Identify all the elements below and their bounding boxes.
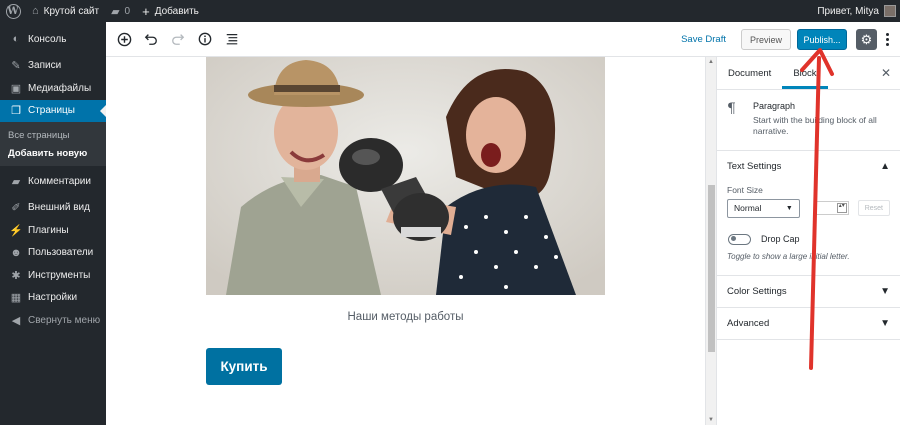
plugin-icon: ⚡ (9, 224, 23, 237)
chevron-down-icon: ▼ (880, 285, 890, 297)
photo-illustration (206, 57, 605, 295)
buy-button[interactable]: Купить (206, 348, 282, 385)
sidebar-item-appearance[interactable]: ✐ Внешний вид (0, 197, 106, 220)
sidebar-item-plugins[interactable]: ⚡ Плагины (0, 219, 106, 242)
avatar (884, 5, 896, 17)
font-size-value: Normal (734, 203, 762, 214)
sidebar-item-pages[interactable]: ❐ Страницы (0, 99, 106, 122)
plus-circle-icon (117, 32, 131, 46)
collapse-menu-label: Свернуть меню (28, 314, 101, 326)
sidebar-item-media[interactable]: ▣ Медиафайлы (0, 77, 106, 100)
account-menu[interactable]: Привет, Mitya (817, 5, 900, 17)
close-icon[interactable]: ✕ (881, 66, 891, 80)
admin-sidebar: ◐ Консоль ✎ Записи ▣ Медиафайлы ❐ Страни… (0, 22, 106, 425)
greeting: Привет, Mitya (817, 5, 879, 17)
sidebar-item-tools[interactable]: ✱ Инструменты (0, 264, 106, 287)
image-caption[interactable]: Наши методы работы (206, 311, 605, 323)
more-dot (885, 43, 889, 46)
sidebar-item-label: Консоль (28, 33, 67, 45)
redo-button[interactable] (166, 27, 190, 51)
undo-button[interactable] (139, 27, 163, 51)
scroll-thumb[interactable] (708, 185, 715, 352)
sidebar-item-users[interactable]: ☻ Пользователи (0, 242, 106, 265)
drop-cap-toggle[interactable] (728, 233, 751, 245)
admin-bar: W ⌂ Крутой сайт ▰ 0 + Добавить Привет, M… (0, 0, 900, 22)
sidebar-item-dashboard[interactable]: ◐ Консоль (0, 28, 106, 51)
sidebar-item-settings[interactable]: ▦ Настройки (0, 287, 106, 310)
sidebar-item-label: Записи (28, 60, 62, 72)
add-new-link[interactable]: + Добавить (136, 0, 205, 22)
info-icon (198, 32, 212, 46)
sidebar-item-label: Медиафайлы (28, 82, 92, 94)
more-options-button[interactable] (882, 33, 892, 46)
submenu-all-pages[interactable]: Все страницы (0, 126, 106, 144)
text-settings-title: Text Settings (727, 160, 782, 172)
site-name-link[interactable]: ⌂ Крутой сайт (26, 0, 105, 22)
list-icon (226, 34, 238, 45)
settings-button[interactable]: ⚙ (856, 29, 877, 50)
add-block-button[interactable] (112, 27, 136, 51)
advanced-title: Advanced (727, 317, 770, 329)
chevron-up-icon: ▲ (880, 160, 890, 172)
comments-icon: ▰ (11, 175, 21, 188)
more-dot (885, 38, 889, 41)
add-new-label: Добавить (154, 5, 199, 17)
undo-icon (144, 34, 157, 45)
tab-document[interactable]: Document (717, 57, 782, 89)
sidebar-item-label: Комментарии (28, 175, 91, 187)
paragraph-icon: ¶ (727, 101, 736, 117)
users-icon: ☻ (10, 246, 22, 259)
chevron-down-icon: ▼ (880, 317, 890, 329)
home-icon: ⌂ (32, 5, 39, 17)
font-size-select[interactable]: Normal ▼ (727, 198, 800, 218)
sidebar-item-comments[interactable]: ▰ Комментарии (0, 170, 106, 193)
sidebar-item-label: Инструменты (28, 269, 91, 281)
sidebar-item-label: Страницы (28, 105, 75, 117)
editor-toolbar: Save Draft Preview Publish... ⚙ (106, 22, 900, 57)
info-button[interactable] (193, 27, 217, 51)
scroll-up-arrow-icon[interactable]: ▲ (706, 59, 716, 65)
sidebar-item-label: Пользователи (28, 247, 94, 259)
settings-icon: ▦ (10, 292, 22, 305)
redo-icon (172, 34, 185, 45)
preview-button[interactable]: Preview (740, 29, 791, 50)
editor-content: Наши методы работы Купить (106, 57, 705, 425)
sidebar-item-label: Внешний вид (28, 202, 90, 214)
dashboard-icon: ◐ (12, 33, 20, 46)
content-scrollbar[interactable]: ▲ ▼ (705, 57, 716, 425)
sidebar-item-posts[interactable]: ✎ Записи (0, 55, 106, 78)
wrench-icon: ✱ (11, 269, 21, 282)
color-settings-title: Color Settings (727, 285, 787, 297)
scroll-down-arrow-icon[interactable]: ▼ (706, 417, 716, 423)
publish-button[interactable]: Publish... (797, 29, 847, 50)
media-icon: ▣ (10, 82, 22, 95)
submenu-add-new[interactable]: Добавить новую (0, 144, 106, 162)
annotation-arrow-icon (800, 48, 834, 370)
sidebar-item-label: Настройки (28, 292, 78, 304)
save-draft-button[interactable]: Save Draft (681, 34, 726, 45)
brush-icon: ✐ (11, 202, 21, 215)
comment-bubble-icon: ▰ (111, 5, 120, 18)
collapse-menu-button[interactable]: ◀ Свернуть меню (0, 309, 106, 332)
outline-button[interactable] (220, 27, 244, 51)
sidebar-item-label: Плагины (28, 224, 69, 236)
site-name: Крутой сайт (43, 5, 100, 17)
gear-icon: ⚙ (860, 31, 873, 47)
toggle-knob (731, 236, 736, 242)
reset-button[interactable]: Reset (857, 200, 890, 217)
collapse-icon: ◀ (11, 314, 21, 327)
wordpress-logo-icon[interactable]: W (0, 0, 26, 22)
pin-icon: ✎ (11, 60, 21, 73)
more-dot (885, 33, 889, 36)
pages-submenu: Все страницы Добавить новую (0, 122, 106, 166)
pages-icon: ❐ (11, 105, 21, 118)
comments-link[interactable]: ▰ 0 (105, 0, 136, 22)
comments-count: 0 (124, 5, 131, 17)
plus-icon: + (142, 3, 150, 19)
image-block[interactable] (206, 57, 605, 295)
